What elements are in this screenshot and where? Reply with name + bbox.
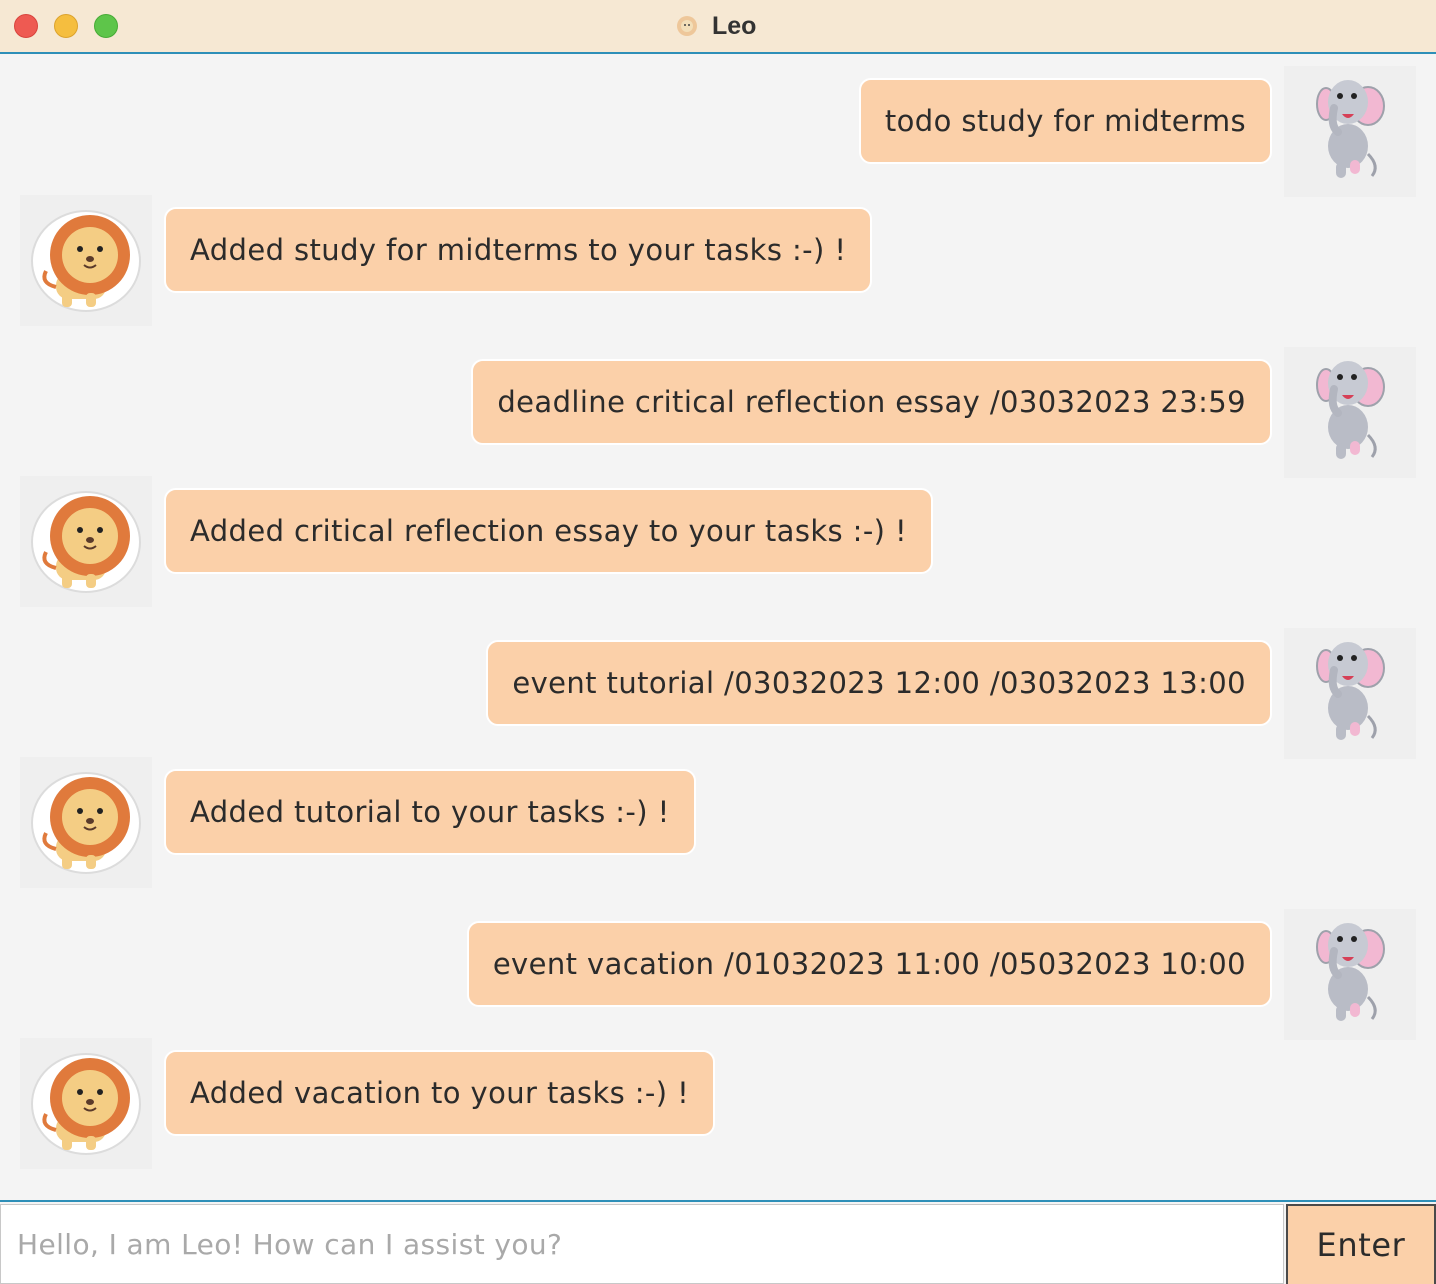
user-message-row: todo study for midterms [0, 66, 1436, 197]
elephant-avatar [1284, 347, 1416, 478]
bot-message-row: Added vacation to your tasks :-) ! [0, 1038, 1436, 1169]
bot-message-bubble: Added critical reflection essay to your … [164, 488, 934, 574]
lion-avatar [20, 757, 152, 888]
chat-history[interactable]: todo study for midterms Added study for … [0, 56, 1436, 1200]
elephant-avatar [1284, 628, 1416, 759]
minimize-window-button[interactable] [54, 14, 78, 38]
bot-message-row: Added study for midterms to your tasks :… [0, 195, 1436, 326]
enter-button[interactable]: Enter [1286, 1204, 1436, 1284]
zoom-window-button[interactable] [94, 14, 118, 38]
input-bar: Enter [0, 1200, 1436, 1284]
user-message-row: event vacation /01032023 11:00 /05032023… [0, 909, 1436, 1040]
app-window: Leo todo study for midterms Added study … [0, 0, 1436, 1284]
message-input[interactable] [0, 1204, 1284, 1284]
window-title-group: Leo [672, 10, 756, 42]
user-message-bubble: event tutorial /03032023 12:00 /03032023… [486, 640, 1272, 726]
window-title: Leo [712, 11, 757, 40]
lion-avatar [20, 195, 152, 326]
bot-message-bubble: Added study for midterms to your tasks :… [164, 207, 873, 293]
user-message-row: deadline critical reflection essay /0303… [0, 347, 1436, 478]
lion-avatar [20, 1038, 152, 1169]
user-message-bubble: event vacation /01032023 11:00 /05032023… [466, 921, 1272, 1007]
lion-avatar [20, 476, 152, 607]
bot-message-row: Added tutorial to your tasks :-) ! [0, 757, 1436, 888]
bot-message-bubble: Added vacation to your tasks :-) ! [164, 1050, 716, 1136]
title-bar[interactable]: Leo [0, 0, 1436, 54]
lion-app-icon [672, 11, 702, 41]
user-message-bubble: todo study for midterms [858, 78, 1272, 164]
user-message-row: event tutorial /03032023 12:00 /03032023… [0, 628, 1436, 759]
bot-message-bubble: Added tutorial to your tasks :-) ! [164, 769, 696, 855]
elephant-avatar [1284, 66, 1416, 197]
user-message-bubble: deadline critical reflection essay /0303… [471, 359, 1272, 445]
elephant-avatar [1284, 909, 1416, 1040]
close-window-button[interactable] [14, 14, 38, 38]
bot-message-row: Added critical reflection essay to your … [0, 476, 1436, 607]
